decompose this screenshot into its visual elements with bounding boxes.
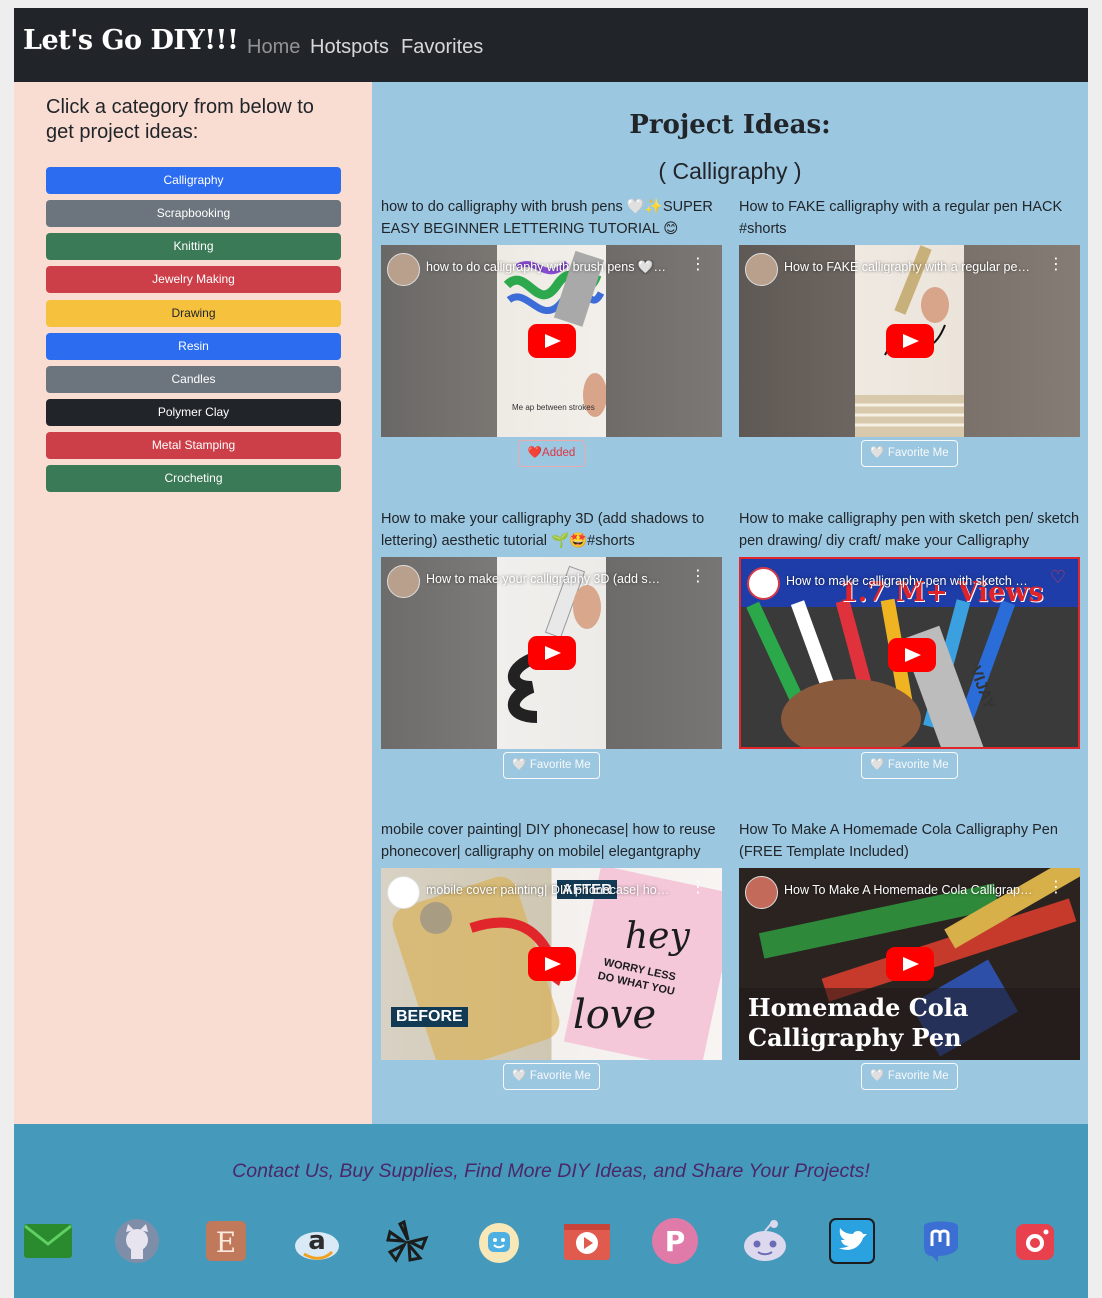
favorite-button[interactable]: 🤍 Favorite Me [861,1063,958,1090]
more-options-icon[interactable]: ⋮ [690,257,706,273]
main-content: Project Ideas: ( Calligraphy ) how to do… [372,82,1088,1124]
channel-avatar[interactable] [387,876,420,909]
video-title: How to FAKE calligraphy with a regular p… [739,199,1063,237]
thumbnail-caption: Homemade Cola [748,993,969,1022]
nav-hotspots[interactable]: Hotspots [310,36,389,59]
player-title[interactable]: mobile cover painting| DIY phonecase| ho… [426,883,676,897]
email-icon[interactable] [23,1216,73,1266]
category-button[interactable]: Jewelry Making [46,266,341,293]
channel-avatar[interactable] [387,253,420,286]
category-button[interactable]: Drawing [46,300,341,327]
footer: Contact Us, Buy Supplies, Find More DIY … [14,1124,1088,1298]
page-title: Project Ideas: [629,110,831,140]
favorite-button[interactable]: ❤️Added [518,440,585,467]
more-options-icon[interactable]: ⋮ [690,569,706,585]
video-title: mobile cover painting| DIY phonecase| ho… [381,822,716,860]
player-title[interactable]: How To Make A Homemade Cola Calligrap… [784,883,1034,897]
video-title: How To Make A Homemade Cola Calligraphy … [739,822,1058,860]
favorite-button[interactable]: 🤍 Favorite Me [861,752,958,779]
reddit-icon[interactable] [740,1216,790,1266]
navbar: Let's Go DIY!!! Home Hotspots Favorites [14,8,1088,82]
pinterest-icon[interactable]: P [650,1216,700,1266]
play-button-icon[interactable] [888,638,936,672]
player-title[interactable]: How to FAKE calligraphy with a regular p… [784,260,1034,274]
play-button-icon[interactable] [528,324,576,358]
brand-logo[interactable]: Let's Go DIY!!! [23,25,239,56]
yelp-icon[interactable] [382,1216,432,1266]
etsy-icon[interactable]: E [201,1216,251,1266]
category-button[interactable]: Metal Stamping [46,432,341,459]
player-title[interactable]: How to make calligraphy pen with sketch … [786,574,1036,588]
thumbnail-caption: love [573,992,657,1038]
twitter-icon[interactable] [827,1216,877,1266]
instagram-icon[interactable] [1011,1216,1061,1266]
video-title: How to make your calligraphy 3D (add sha… [381,511,705,549]
video-player[interactable]: AFTER BEFORE hey WORRY LESS DO WHAT YOU … [381,868,722,1060]
nav-home[interactable]: Home [247,36,300,59]
svg-text:P: P [665,1225,686,1258]
thumbnail-caption: Me ap between strokes [512,403,595,412]
thumbnail-caption: hey [625,916,690,957]
video-title: how to do calligraphy with brush pens 🤍✨… [381,199,713,237]
video-player[interactable]: Me ap between strokes how to do calligra… [381,245,722,437]
channel-avatar[interactable] [747,567,780,600]
video-player[interactable]: How to FAKE calligraphy with a regular p… [739,245,1080,437]
player-title[interactable]: how to do calligraphy with brush pens 🤍… [426,260,676,275]
nav-favorites[interactable]: Favorites [401,36,483,59]
category-button[interactable]: Crocheting [46,465,341,492]
more-options-icon[interactable]: ⋮ [690,880,706,896]
heart-icon: ♡ [1049,567,1066,587]
github-icon[interactable] [112,1216,162,1266]
category-heading: ( Calligraphy ) [658,158,802,184]
play-button-icon[interactable] [886,947,934,981]
play-button-icon[interactable] [528,947,576,981]
channel-avatar[interactable] [745,876,778,909]
favorite-button[interactable]: 🤍 Favorite Me [503,1063,600,1090]
category-button[interactable]: Candles [46,366,341,393]
sidebar: Click a category from below to get proje… [14,82,372,1124]
thumbnail-caption: BEFORE [391,1007,468,1027]
category-button[interactable]: Resin [46,333,341,360]
footer-text: Contact Us, Buy Supplies, Find More DIY … [232,1160,870,1182]
category-button[interactable]: Scrapbooking [46,200,341,227]
video-player[interactable]: Homemade Cola Calligraphy Pen How To Mak… [739,868,1080,1060]
category-button[interactable]: Polymer Clay [46,399,341,426]
video-title: How to make calligraphy pen with sketch … [739,511,1080,549]
more-options-icon[interactable]: ⋮ [1048,257,1064,273]
video-player[interactable]: 1.7 M+ Views VIJAY How to make calligrap… [739,557,1080,749]
channel-avatar[interactable] [387,565,420,598]
app-window: Let's Go DIY!!! Home Hotspots Favorites … [14,8,1088,1298]
svg-text:a: a [308,1226,326,1256]
more-options-icon[interactable]: ⋮ [1048,880,1064,896]
mastodon-icon[interactable] [916,1216,966,1266]
play-button-icon[interactable] [886,324,934,358]
player-title[interactable]: How to make your calligraphy 3D (add s… [426,572,676,586]
svg-text:E: E [216,1226,236,1259]
amazon-icon[interactable]: a [292,1216,342,1266]
thumbnail-caption: Calligraphy Pen [748,1023,962,1052]
channel-avatar[interactable] [745,253,778,286]
video-player[interactable]: How to make your calligraphy 3D (add s… … [381,557,722,749]
youtube-icon[interactable] [562,1216,612,1266]
waze-icon[interactable] [474,1216,524,1266]
favorite-button[interactable]: 🤍 Favorite Me [503,752,600,779]
category-button[interactable]: Calligraphy [46,167,341,194]
sidebar-title: Click a category from below to get proje… [46,96,314,143]
category-button[interactable]: Knitting [46,233,341,260]
play-button-icon[interactable] [528,636,576,670]
favorite-button[interactable]: 🤍 Favorite Me [861,440,958,467]
